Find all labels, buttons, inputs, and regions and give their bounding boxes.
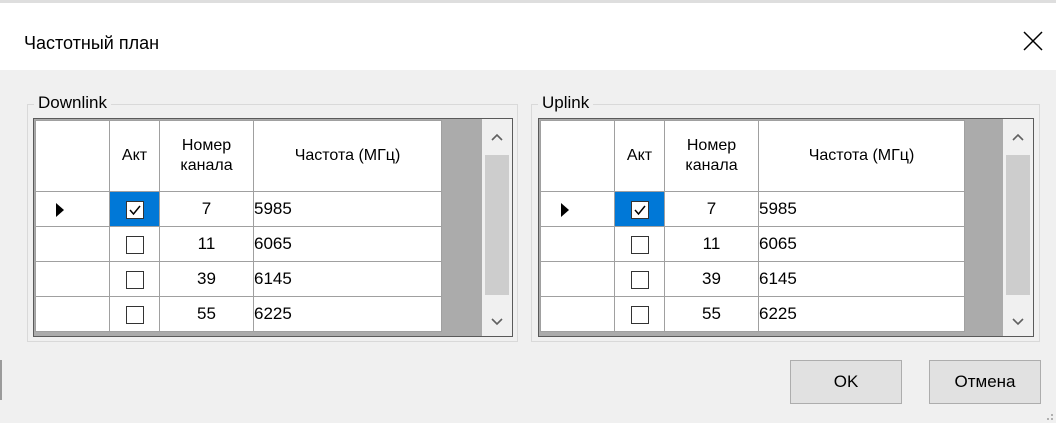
chevron-up-icon (491, 133, 503, 141)
downlink-vertical-scrollbar[interactable] (482, 119, 512, 336)
downlink-table: Акт Номер канала Частота (МГц) 7 5985 11… (35, 120, 442, 332)
checkmark-icon (128, 205, 141, 215)
table-row[interactable]: 7 5985 (35, 191, 442, 227)
active-checkbox[interactable] (630, 305, 649, 324)
scroll-thumb[interactable] (485, 155, 509, 295)
active-checkbox[interactable] (125, 235, 144, 254)
current-row-arrow-icon (56, 203, 64, 217)
active-checkbox[interactable] (630, 200, 649, 219)
channel-cell[interactable]: 39 (664, 261, 759, 297)
row-header[interactable] (35, 261, 110, 297)
row-header[interactable] (540, 296, 615, 332)
frequency-cell[interactable]: 6225 (758, 296, 965, 332)
frequency-cell[interactable]: 5985 (758, 191, 965, 227)
active-checkbox-cell[interactable] (109, 296, 160, 332)
active-checkbox-cell[interactable] (109, 226, 160, 262)
frequency-cell[interactable]: 5985 (253, 191, 442, 227)
column-header-frequency[interactable]: Частота (МГц) (758, 120, 965, 192)
channel-cell[interactable]: 55 (664, 296, 759, 332)
row-header[interactable] (540, 226, 615, 262)
channel-cell[interactable]: 11 (159, 226, 254, 262)
column-header-active[interactable]: Акт (109, 120, 160, 192)
active-checkbox[interactable] (630, 270, 649, 289)
current-row-arrow-icon (561, 203, 569, 217)
table-row[interactable]: 11 6065 (35, 226, 442, 262)
active-checkbox[interactable] (630, 235, 649, 254)
channel-cell[interactable]: 55 (159, 296, 254, 332)
active-checkbox-cell[interactable] (614, 261, 665, 297)
uplink-header-row: Акт Номер канала Частота (МГц) (540, 120, 965, 192)
table-row[interactable]: 39 6145 (35, 261, 442, 297)
scroll-thumb[interactable] (1006, 155, 1030, 295)
channel-cell[interactable]: 7 (664, 191, 759, 227)
active-checkbox[interactable] (125, 270, 144, 289)
downlink-header-row: Акт Номер канала Частота (МГц) (35, 120, 442, 192)
cancel-button[interactable]: Отмена (929, 360, 1041, 404)
scroll-up-button[interactable] (482, 123, 512, 151)
scroll-down-button[interactable] (482, 308, 512, 336)
active-checkbox-cell[interactable] (614, 296, 665, 332)
row-header[interactable] (35, 191, 110, 227)
uplink-table: Акт Номер канала Частота (МГц) 7 5985 11… (540, 120, 965, 332)
table-row[interactable]: 7 5985 (540, 191, 965, 227)
title-bar: Частотный план (0, 0, 1056, 70)
row-header[interactable] (35, 296, 110, 332)
downlink-legend: Downlink (34, 92, 111, 114)
column-header-active[interactable]: Акт (614, 120, 665, 192)
uplink-legend: Uplink (538, 92, 594, 114)
table-row[interactable]: 11 6065 (540, 226, 965, 262)
channel-cell[interactable]: 7 (159, 191, 254, 227)
frequency-cell[interactable]: 6145 (758, 261, 965, 297)
column-header-channel[interactable]: Номер канала (664, 120, 759, 192)
table-row[interactable]: 55 6225 (540, 296, 965, 332)
active-checkbox-cell[interactable] (109, 261, 160, 297)
column-header-channel-label: Номер канала (180, 137, 233, 174)
chevron-down-icon (1012, 318, 1024, 326)
uplink-vertical-scrollbar[interactable] (1003, 119, 1033, 336)
active-checkbox[interactable] (125, 200, 144, 219)
column-header-channel[interactable]: Номер канала (159, 120, 254, 192)
title-bar-top-border (0, 0, 1056, 3)
scroll-up-button[interactable] (1003, 123, 1033, 151)
active-checkbox[interactable] (125, 305, 144, 324)
window-title: Частотный план (24, 33, 160, 53)
row-header-corner (540, 120, 615, 192)
frequency-cell[interactable]: 6225 (253, 296, 442, 332)
close-icon (1023, 31, 1043, 51)
frequency-cell[interactable]: 6145 (253, 261, 442, 297)
column-header-channel-label: Номер канала (685, 137, 738, 174)
table-row[interactable]: 39 6145 (540, 261, 965, 297)
row-header-corner (35, 120, 110, 192)
chevron-up-icon (1012, 133, 1024, 141)
active-checkbox-cell[interactable] (614, 226, 665, 262)
uplink-grid[interactable]: Акт Номер канала Частота (МГц) 7 5985 11… (538, 118, 1034, 337)
row-header[interactable] (35, 226, 110, 262)
column-header-frequency[interactable]: Частота (МГц) (253, 120, 442, 192)
resize-grip-icon[interactable] (1042, 409, 1054, 421)
scroll-down-button[interactable] (1003, 308, 1033, 336)
close-button[interactable] (1016, 24, 1050, 58)
table-row[interactable]: 55 6225 (35, 296, 442, 332)
chevron-down-icon (491, 318, 503, 326)
checkmark-icon (633, 205, 646, 215)
channel-cell[interactable]: 11 (664, 226, 759, 262)
frequency-cell[interactable]: 6065 (758, 226, 965, 262)
window-edge-mark (0, 360, 2, 400)
ok-button[interactable]: OK (790, 360, 902, 404)
active-checkbox-cell[interactable] (614, 191, 665, 227)
row-header[interactable] (540, 261, 615, 297)
row-header[interactable] (540, 191, 615, 227)
channel-cell[interactable]: 39 (159, 261, 254, 297)
downlink-grid[interactable]: Акт Номер канала Частота (МГц) 7 5985 11… (33, 118, 513, 337)
frequency-cell[interactable]: 6065 (253, 226, 442, 262)
active-checkbox-cell[interactable] (109, 191, 160, 227)
